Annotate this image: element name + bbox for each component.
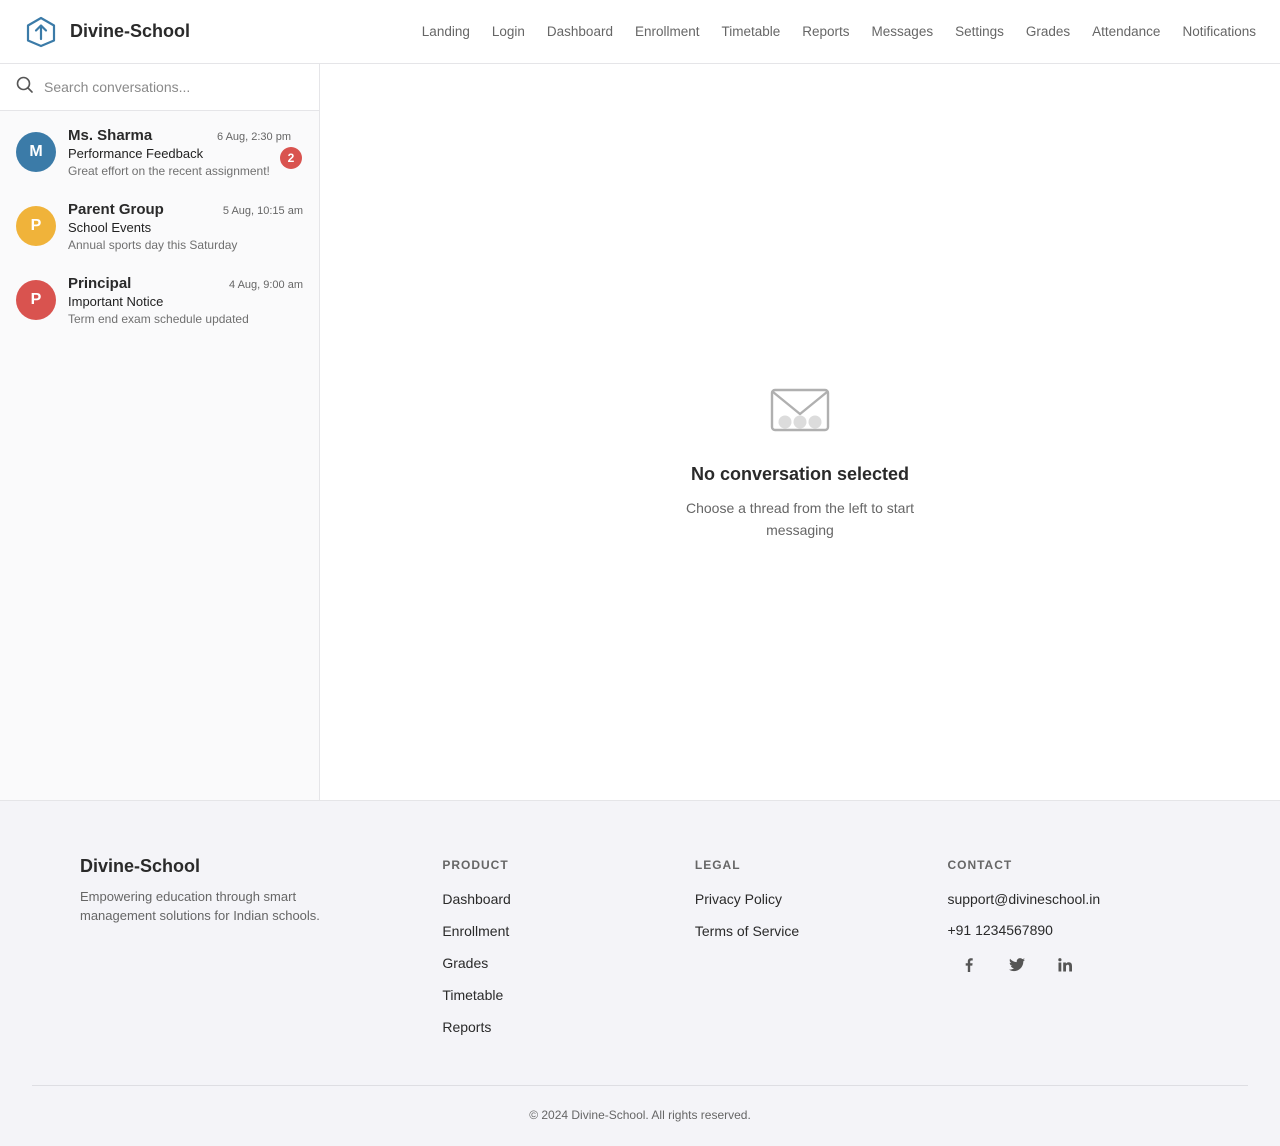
nav-landing[interactable]: Landing	[422, 24, 470, 39]
avatar: P	[16, 206, 56, 246]
messages-main: M Ms. Sharma 6 Aug, 2:30 pm Performance …	[0, 64, 1280, 800]
footer-link-privacy-policy[interactable]: Privacy Policy	[695, 891, 948, 907]
linkedin-icon[interactable]	[1053, 953, 1077, 977]
conversation-sidebar: M Ms. Sharma 6 Aug, 2:30 pm Performance …	[0, 64, 320, 800]
conversation-body: Principal 4 Aug, 9:00 am Important Notic…	[68, 275, 303, 326]
conversation-preview: Term end exam schedule updated	[68, 312, 249, 326]
conversation-name: Principal	[68, 275, 132, 292]
mail-icon	[670, 388, 930, 434]
nav-timetable[interactable]: Timetable	[721, 24, 780, 39]
conversation-time: 6 Aug, 2:30 pm	[217, 131, 291, 143]
main-nav: Landing Login Dashboard Enrollment Timet…	[422, 0, 1256, 62]
footer-legal-title: LEGAL	[694, 858, 741, 872]
social-links	[947, 953, 1200, 977]
footer-brand: Divine-School Empowering education throu…	[80, 856, 442, 1051]
search-bar	[0, 64, 319, 111]
footer-link-terms-of-service[interactable]: Terms of Service	[695, 923, 948, 939]
conversation-pane: No conversation selected Choose a thread…	[320, 64, 1280, 800]
search-input[interactable]	[44, 79, 294, 95]
twitter-icon[interactable]	[1005, 953, 1029, 977]
nav-messages[interactable]: Messages	[872, 24, 934, 39]
empty-state: No conversation selected Choose a thread…	[670, 388, 930, 541]
footer-link-timetable[interactable]: Timetable	[442, 987, 695, 1003]
footer-link-dashboard[interactable]: Dashboard	[442, 891, 695, 907]
site-footer: Divine-School Empowering education throu…	[0, 800, 1280, 1146]
conversation-preview: Great effort on the recent assignment!	[68, 164, 270, 178]
logo-icon	[24, 15, 58, 49]
nav-notifications[interactable]: Notifications	[1182, 24, 1256, 39]
conversation-preview: Annual sports day this Saturday	[68, 238, 238, 252]
conversation-time: 4 Aug, 9:00 am	[229, 279, 303, 291]
footer-link-enrollment[interactable]: Enrollment	[442, 923, 695, 939]
contact-email[interactable]: support@divineschool.in	[947, 891, 1200, 907]
footer-divider	[32, 1085, 1248, 1086]
footer-link-reports[interactable]: Reports	[442, 1019, 695, 1035]
copyright: © 2024 Divine-School. All rights reserve…	[529, 1108, 751, 1122]
conversation-list: M Ms. Sharma 6 Aug, 2:30 pm Performance …	[0, 111, 319, 339]
top-header: Divine-School Landing Login Dashboard En…	[0, 0, 1280, 64]
nav-enrollment[interactable]: Enrollment	[635, 24, 700, 39]
empty-state-title: No conversation selected	[690, 463, 910, 484]
footer-contact-title: CONTACT	[947, 858, 1013, 872]
conversation-body: Parent Group 5 Aug, 10:15 am School Even…	[68, 201, 303, 252]
nav-reports[interactable]: Reports	[802, 24, 849, 39]
footer-legal-column: LEGAL Privacy Policy Terms of Service	[695, 856, 948, 1051]
unread-badge: 2	[280, 147, 302, 169]
avatar: P	[16, 280, 56, 320]
contact-phone[interactable]: +91 1234567890	[947, 922, 1200, 938]
conversation-item-parent-group[interactable]: P Parent Group 5 Aug, 10:15 am School Ev…	[0, 191, 319, 265]
conversation-subject: School Events	[68, 220, 152, 235]
brand-name: Divine-School	[70, 21, 191, 41]
conversation-time: 5 Aug, 10:15 am	[222, 205, 303, 217]
conversation-subject: Important Notice	[68, 294, 164, 309]
conversation-body: Ms. Sharma 6 Aug, 2:30 pm Performance Fe…	[68, 127, 291, 178]
facebook-icon[interactable]	[957, 953, 981, 977]
brand[interactable]: Divine-School	[24, 15, 190, 49]
nav-settings[interactable]: Settings	[955, 24, 1004, 39]
conversation-name: Ms. Sharma	[68, 127, 153, 144]
conversation-subject: Performance Feedback	[68, 146, 204, 161]
nav-attendance[interactable]: Attendance	[1092, 24, 1160, 39]
conversation-item-principal[interactable]: P Principal 4 Aug, 9:00 am Important Not…	[0, 265, 319, 339]
nav-dashboard[interactable]: Dashboard	[547, 24, 613, 39]
footer-brand-name: Divine-School	[80, 856, 201, 876]
conversation-name: Parent Group	[68, 201, 164, 218]
search-icon	[16, 76, 34, 99]
footer-contact-column: CONTACT support@divineschool.in +91 1234…	[947, 856, 1200, 1051]
footer-link-grades[interactable]: Grades	[442, 955, 695, 971]
footer-product-column: PRODUCT Dashboard Enrollment Grades Time…	[442, 856, 695, 1051]
footer-tagline: Empowering education through smart manag…	[80, 889, 320, 923]
conversation-item-ms-sharma[interactable]: M Ms. Sharma 6 Aug, 2:30 pm Performance …	[0, 117, 319, 191]
footer-product-title: PRODUCT	[442, 858, 509, 872]
nav-login[interactable]: Login	[492, 24, 525, 39]
avatar: M	[16, 132, 56, 172]
empty-state-subtitle: Choose a thread from the left to start m…	[685, 499, 914, 538]
nav-grades[interactable]: Grades	[1026, 24, 1070, 39]
